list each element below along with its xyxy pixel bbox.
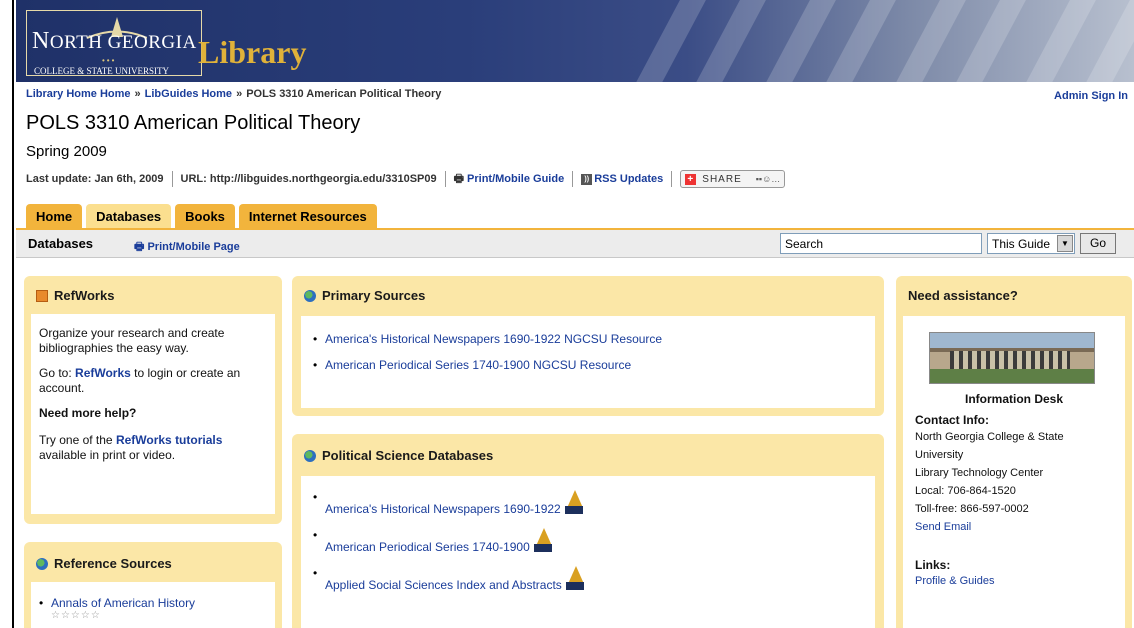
political-science-databases-box: Political Science Databases America's Hi… [292, 434, 884, 628]
globe-icon [304, 449, 316, 462]
tab-databases[interactable]: Databases [86, 204, 172, 228]
print-page-link[interactable]: 🖶 Print/Mobile Page [134, 238, 240, 257]
rss-updates-link[interactable]: RSS Updates [594, 173, 663, 185]
annals-american-history-link[interactable]: Annals of American History [51, 596, 195, 610]
logo-university-name: NORTH GEORGIA [32, 28, 197, 54]
guide-url: URL: http://libguides.northgeorgia.edu/3… [180, 173, 437, 185]
share-label: SHARE [702, 173, 742, 185]
last-update: Last update: Jan 6th, 2009 [26, 173, 164, 185]
send-email-link[interactable]: Send Email [915, 521, 971, 533]
go-button[interactable]: Go [1080, 233, 1116, 254]
share-button[interactable]: + SHARE ▪▪☺… [680, 170, 786, 188]
reference-sources-box: Reference Sources Annals of American His… [24, 542, 282, 628]
tab-books[interactable]: Books [175, 204, 235, 228]
need-assistance-body: Information Desk Contact Info: North Geo… [903, 316, 1125, 628]
guide-meta-bar: Last update: Jan 6th, 2009 URL: http://l… [26, 170, 786, 188]
contact-info-heading: Contact Info: [915, 413, 989, 427]
refworks-title: RefWorks [54, 288, 115, 303]
contact-line: Local: 706-864-1520 [915, 485, 1016, 497]
list-item: American Periodical Series 1740-1900 [311, 528, 865, 554]
need-assistance-box: Need assistance? Information Desk Contac… [896, 276, 1132, 628]
globe-icon [304, 289, 316, 302]
ngcsu-resource-icon [533, 528, 552, 554]
tab-internet-resources[interactable]: Internet Resources [238, 204, 377, 228]
breadcrumb-separator: » [236, 88, 243, 100]
guide-tabs: Home Databases Books Internet Resources [26, 204, 381, 228]
logo-subtitle: COLLEGE & STATE UNIVERSITY [34, 66, 170, 76]
printer-icon: 🖶 [453, 172, 465, 185]
refworks-icon [36, 289, 48, 302]
political-science-title: Political Science Databases [322, 448, 494, 463]
political-science-body: America's Historical Newspapers 1690-192… [301, 476, 875, 628]
photo-caption: Information Desk [964, 392, 1063, 406]
refworks-link[interactable]: RefWorks [75, 366, 131, 380]
search-input[interactable] [780, 233, 982, 254]
american-periodical-series-link[interactable]: American Periodical Series 1740-1900 NGC… [325, 358, 631, 372]
contact-line: Library Technology Center [915, 467, 1044, 479]
breadcrumb-libguides-home[interactable]: LibGuides Home [145, 88, 232, 100]
contact-line: North Georgia College & State [915, 431, 1064, 443]
refworks-help-heading: Need more help? [39, 406, 137, 420]
profile-guides-link[interactable]: Profile & Guides [915, 575, 994, 587]
printer-icon: 🖶 [134, 241, 148, 253]
current-page-title: Databases [28, 236, 94, 251]
applied-social-sciences-link[interactable]: Applied Social Sciences Index and Abstra… [325, 578, 562, 592]
page-title: POLS 3310 American Political Theory [26, 112, 361, 134]
library-building-photo [929, 332, 1095, 384]
admin-sign-in-link[interactable]: Admin Sign In [1054, 90, 1128, 102]
political-science-heading: Political Science Databases [304, 448, 493, 463]
americas-historical-newspapers-link[interactable]: America's Historical Newspapers 1690-192… [325, 332, 662, 346]
primary-sources-box: Primary Sources America's Historical New… [292, 276, 884, 416]
list-item: American Periodical Series 1740-1900 NGC… [311, 358, 865, 372]
refworks-body: Organize your research and create biblio… [31, 314, 275, 514]
contact-line: Toll-free: 866-597-0002 [915, 503, 1029, 515]
reference-sources-heading: Reference Sources [36, 556, 172, 571]
list-item: Annals of American History [37, 596, 269, 610]
banner-library-title: Library [198, 34, 307, 70]
tab-home[interactable]: Home [26, 204, 83, 228]
primary-sources-heading: Primary Sources [304, 288, 425, 303]
library-banner: NORTH GEORGIA ••• COLLEGE & STATE UNIVER… [16, 0, 1134, 82]
refworks-box: RefWorks Organize your research and crea… [24, 276, 282, 524]
reference-sources-body: Annals of American History ☆☆☆☆☆ [31, 582, 275, 628]
breadcrumb: Library Home Home» LibGuides Home» POLS 33… [26, 88, 441, 100]
globe-icon [36, 557, 48, 570]
refworks-heading: RefWorks [36, 288, 114, 303]
list-item: America's Historical Newspapers 1690-192… [311, 332, 865, 346]
logo-dots: ••• [102, 56, 117, 65]
breadcrumb-library-home[interactable]: Library Home Home [26, 88, 131, 100]
ngcsu-resource-icon [564, 490, 583, 516]
breadcrumb-separator: » [134, 88, 141, 100]
search-scope-select[interactable]: This Guide ▼ [987, 233, 1075, 254]
rating-stars[interactable]: ☆☆☆☆☆ [37, 610, 269, 621]
need-assistance-heading: Need assistance? [908, 288, 1018, 303]
chevron-down-icon: ▼ [1057, 235, 1073, 252]
polisci-periodical-series-link[interactable]: American Periodical Series 1740-1900 [325, 540, 530, 554]
contact-lines: North Georgia College & State University… [915, 428, 1113, 536]
refworks-tutorials-link[interactable]: RefWorks tutorials [116, 433, 222, 447]
print-guide-link[interactable]: Print/Mobile Guide [467, 173, 564, 185]
polisci-historical-newspapers-link[interactable]: America's Historical Newspapers 1690-192… [325, 502, 561, 516]
reference-sources-title: Reference Sources [54, 556, 172, 571]
guide-semester: Spring 2009 [26, 143, 107, 160]
list-item: Applied Social Sciences Index and Abstra… [311, 566, 865, 592]
list-item: America's Historical Newspapers 1690-192… [311, 490, 865, 516]
refworks-tutorials: Try one of the RefWorks tutorials availa… [39, 433, 223, 462]
share-services-icon: ▪▪☺… [755, 174, 781, 184]
breadcrumb-current: POLS 3310 American Political Theory [246, 88, 442, 100]
rss-icon: )) [581, 173, 593, 185]
refworks-goto: Go to: RefWorks to login or create an ac… [39, 366, 241, 395]
print-page-label: Print/Mobile Page [147, 241, 240, 253]
libguide-page: NORTH GEORGIA ••• COLLEGE & STATE UNIVER… [16, 0, 1134, 628]
primary-sources-body: America's Historical Newspapers 1690-192… [301, 316, 875, 408]
ngcsu-resource-icon [565, 566, 584, 592]
refworks-intro: Organize your research and create biblio… [39, 326, 225, 355]
links-heading: Links: [915, 558, 951, 572]
window-frame-left [0, 0, 14, 628]
plus-icon: + [685, 173, 697, 185]
search-scope-value: This Guide [992, 237, 1051, 251]
contact-line: University [915, 449, 964, 461]
page-toolbar: Databases 🖶 Print/Mobile Page This Guide… [16, 230, 1134, 258]
primary-sources-title: Primary Sources [322, 288, 426, 303]
